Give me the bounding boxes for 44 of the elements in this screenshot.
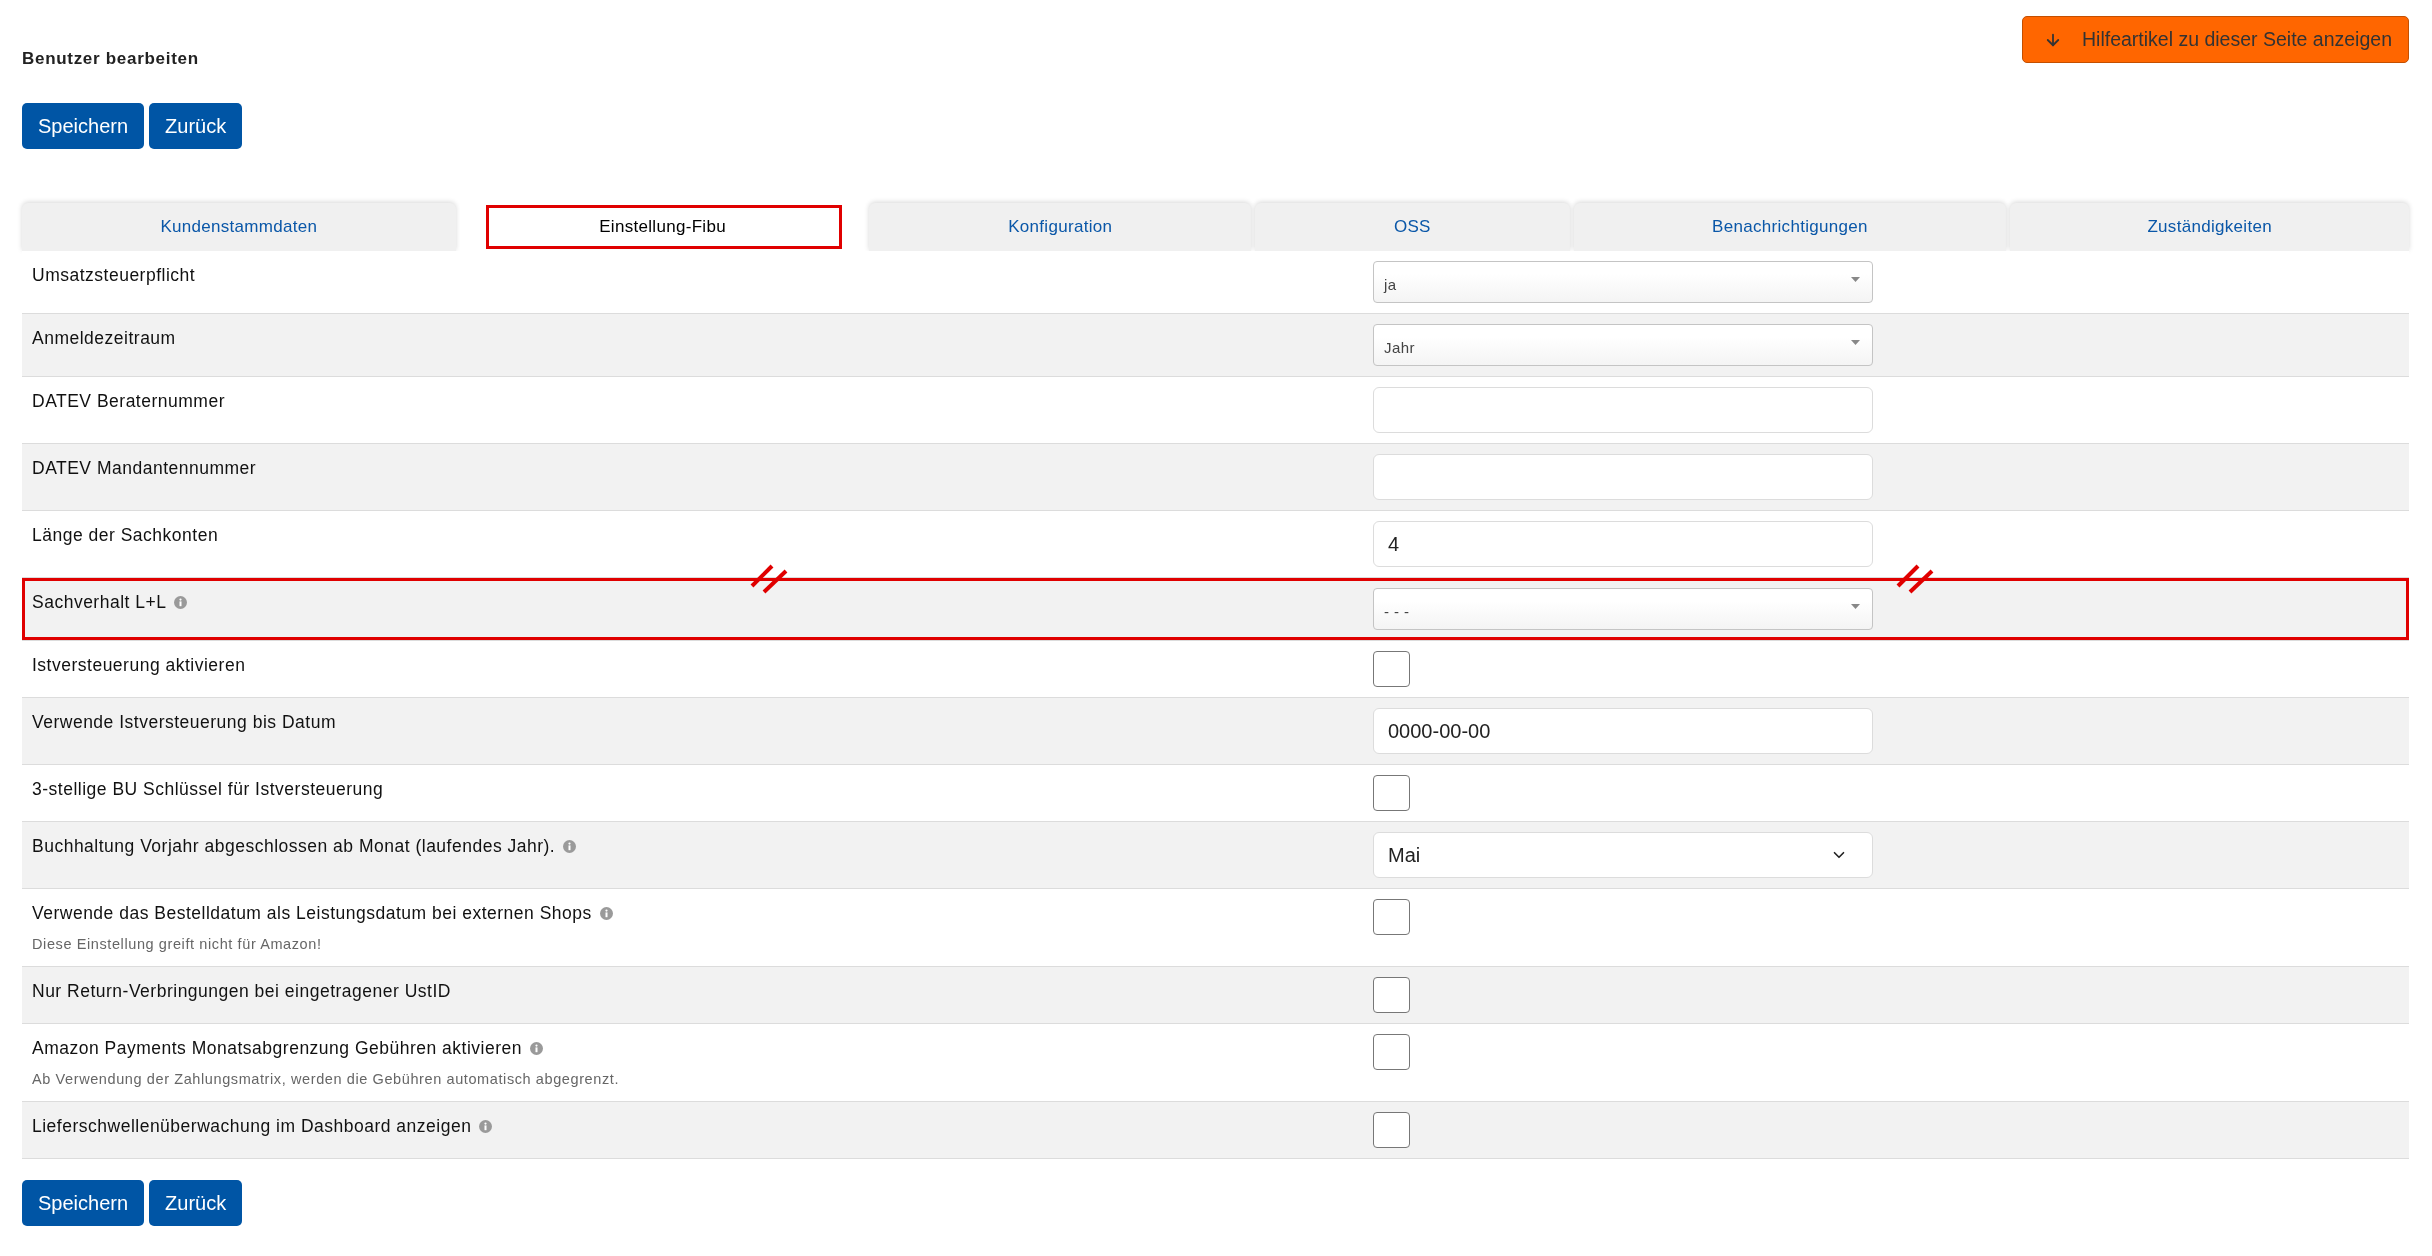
setting-label: Lieferschwellenüberwachung im Dashboard anzeigen: [32, 1115, 472, 1138]
setting-note: Diese Einstellung greift nicht für Amazon!: [32, 935, 323, 954]
input-field[interactable]: 4: [1373, 521, 1873, 567]
setting-label: Sachverhalt L+L: [32, 591, 167, 614]
checkbox[interactable]: [1373, 1112, 1410, 1148]
setting-label: DATEV Mandantennummer: [32, 457, 257, 480]
setting-label: Anmeldezeitraum: [32, 327, 176, 350]
save-button[interactable]: Speichern: [22, 1180, 145, 1226]
checkbox[interactable]: [1373, 775, 1410, 811]
tab[interactable]: Zuständigkeiten: [2010, 203, 2409, 251]
tab[interactable]: OSS: [1255, 203, 1570, 251]
setting-label: Länge der Sachkonten: [32, 524, 219, 547]
setting-label: Umsatzsteuerpflicht: [32, 264, 196, 287]
dropdown-field[interactable]: Jahr: [1373, 324, 1873, 366]
tab[interactable]: Konfiguration: [869, 203, 1252, 251]
tab[interactable]: Kundenstammdaten: [22, 203, 456, 251]
page-title: Benutzer bearbeiten: [22, 49, 199, 69]
caret-icon: [1851, 340, 1860, 345]
back-button[interactable]: Zurück: [149, 1180, 243, 1226]
input-field[interactable]: 0000-00-00: [1373, 708, 1873, 754]
checkbox[interactable]: [1373, 977, 1410, 1013]
checkbox[interactable]: [1373, 1034, 1410, 1070]
setting-label: Istversteuerung aktivieren: [32, 654, 246, 677]
input-field[interactable]: [1373, 387, 1873, 433]
caret-icon: [1851, 277, 1860, 282]
setting-label: DATEV Beraternummer: [32, 390, 225, 413]
dropdown-field[interactable]: ja: [1373, 261, 1873, 303]
back-button[interactable]: Zurück: [149, 103, 243, 149]
setting-note: Ab Verwendung der Zahlungsmatrix, werden die Gebühren automatisch abgegrenzt.: [32, 1070, 621, 1089]
setting-label: Verwende Istversteuerung bis Datum: [32, 711, 336, 734]
checkbox[interactable]: [1373, 899, 1410, 935]
setting-label: Buchhaltung Vorjahr abgeschlossen ab Monat (laufendes Jahr).: [32, 835, 556, 858]
help-button[interactable]: Hilfeartikel zu dieser Seite anzeigen: [2022, 16, 2409, 63]
save-button[interactable]: Speichern: [22, 103, 145, 149]
dropdown-field[interactable]: Mai: [1373, 832, 1873, 878]
tab[interactable]: Benachrichtigungen: [1573, 203, 2007, 251]
setting-label: Verwende das Bestelldatum als Leistungsdatum bei externen Shops: [32, 902, 592, 925]
checkbox[interactable]: [1373, 651, 1410, 687]
setting-label: Nur Return-Verbringungen bei eingetragener UstID: [32, 980, 451, 1003]
caret-icon: [1851, 604, 1860, 609]
setting-label: 3-stellige BU Schlüssel für Istversteuerung: [32, 778, 384, 801]
setting-label: Amazon Payments Monatsabgrenzung Gebühren aktivieren: [32, 1037, 522, 1060]
dropdown-field[interactable]: - - -: [1373, 588, 1873, 630]
input-field[interactable]: [1373, 454, 1873, 500]
